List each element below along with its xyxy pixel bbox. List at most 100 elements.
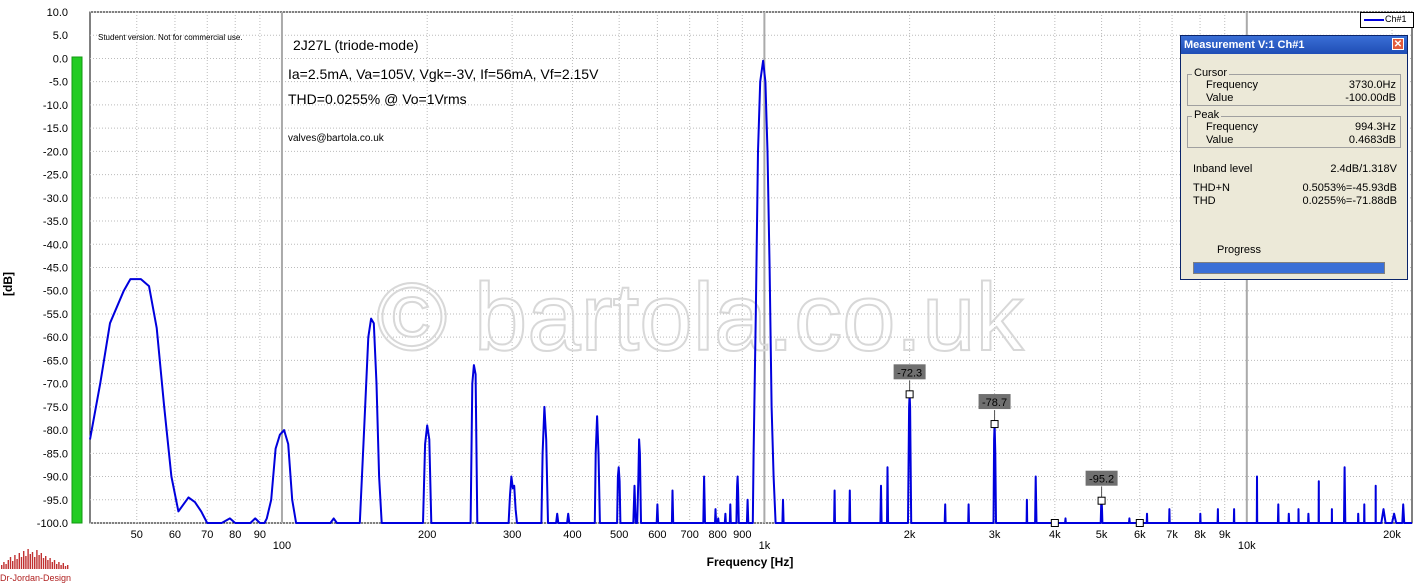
y-tick-label: -90.0: [43, 472, 68, 484]
measurement-window[interactable]: Measurement V:1 Ch#1 ✕ Cursor Frequency 3…: [1180, 35, 1408, 280]
y-tick-label: 10.0: [47, 7, 68, 19]
logo-bar: [12, 561, 14, 569]
dr-jordan-design-logo-icon: [1, 549, 69, 569]
x-tick-label: 3k: [989, 529, 1001, 541]
logo-bar: [14, 555, 16, 569]
thd-label: THD: [1193, 195, 1216, 207]
peak-group-label: Peak: [1192, 109, 1222, 121]
x-tick-label: 7k: [1166, 529, 1178, 541]
x-tick-label: 5k: [1096, 529, 1108, 541]
y-tick-label: -85.0: [43, 448, 68, 460]
x-tick-label: 6k: [1134, 529, 1146, 541]
logo-bar: [3, 562, 5, 569]
student-notice: Student version. Not for commercial use.: [98, 33, 243, 42]
marker-point[interactable]: [990, 420, 999, 429]
x-tick-label: 800: [708, 529, 726, 541]
marker-point[interactable]: [1135, 519, 1144, 527]
logo-bar: [58, 562, 60, 569]
measurement-title-bar[interactable]: Measurement V:1 Ch#1 ✕: [1181, 36, 1407, 54]
progress-bar: [1193, 262, 1385, 274]
logo-bar: [51, 562, 53, 569]
logo-bar: [29, 554, 31, 569]
x-tick-label: 1k: [759, 540, 771, 552]
x-tick-label: 2k: [904, 529, 916, 541]
logo-bar: [31, 552, 34, 569]
y-tick-label: -40.0: [43, 239, 68, 251]
logo-bar: [27, 549, 29, 569]
y-tick-label: -55.0: [43, 309, 68, 321]
y-tick-label: -75.0: [43, 402, 68, 414]
y-tick-label: -30.0: [43, 193, 68, 205]
y-tick-label: -60.0: [43, 332, 68, 344]
close-icon[interactable]: ✕: [1392, 38, 1404, 50]
marker-point[interactable]: [1050, 519, 1059, 527]
logo-bar: [40, 553, 42, 569]
y-tick-label: -5.0: [49, 77, 68, 89]
marker-label: -78.7: [982, 397, 1007, 409]
x-tick-label: 80: [229, 529, 241, 541]
x-tick-label: 700: [680, 529, 698, 541]
thdn-value: 0.5053%=-45.93dB: [1302, 182, 1398, 194]
logo-bar: [49, 558, 51, 569]
x-tick-label: 9k: [1219, 529, 1231, 541]
logo-bar: [34, 557, 36, 569]
tube-title: 2J27L (triode-mode): [293, 37, 419, 53]
x-tick-label: 70: [201, 529, 213, 541]
y-tick-label: -20.0: [43, 146, 68, 158]
x-tick-label: 400: [563, 529, 581, 541]
x-tick-label: 900: [733, 529, 751, 541]
x-tick-label: 20k: [1383, 529, 1401, 541]
thd-annotation: THD=0.0255% @ Vo=1Vrms: [288, 91, 467, 107]
thdn-label: THD+N: [1193, 182, 1230, 194]
y-tick-label: -100.0: [37, 518, 68, 530]
thd-value: 0.0255%=-71.88dB: [1302, 195, 1398, 207]
logo-bar: [25, 556, 27, 569]
logo-text: Dr-Jordan-Design: [0, 573, 72, 583]
logo-bar: [18, 553, 20, 569]
marker-point[interactable]: [1097, 496, 1106, 505]
inband-label: Inband level: [1193, 163, 1253, 175]
logo-bar: [36, 550, 38, 569]
progress-label: Progress: [1217, 244, 1262, 256]
cursor-frequency-value: 3730.0Hz: [1348, 79, 1396, 91]
y-tick-label: -80.0: [43, 425, 68, 437]
logo-bar: [38, 555, 40, 569]
cursor-group-label: Cursor: [1192, 67, 1230, 79]
x-tick-label: 200: [418, 529, 436, 541]
marker-point[interactable]: [905, 390, 914, 399]
progress-fill: [1194, 263, 1384, 273]
y-tick-label: -25.0: [43, 170, 68, 182]
logo-bar: [64, 566, 67, 569]
x-tick-label: 600: [648, 529, 666, 541]
x-tick-label: 10k: [1238, 540, 1256, 552]
watermark: © bartola.co.uk: [376, 264, 1024, 371]
y-tick-label: -70.0: [43, 379, 68, 391]
logo-bar: [60, 565, 62, 569]
logo-bar: [23, 551, 25, 569]
x-axis-label: Frequency [Hz]: [707, 555, 794, 569]
y-tick-label: -50.0: [43, 286, 68, 298]
email-annotation: valves@bartola.co.uk: [288, 133, 384, 144]
marker-label: -72.3: [897, 367, 922, 379]
cursor-frequency-label: Frequency: [1206, 79, 1258, 91]
logo-bar: [16, 559, 18, 569]
logo-bar: [42, 558, 45, 569]
logo-bar: [1, 565, 3, 569]
y-tick-label: -65.0: [43, 355, 68, 367]
y-tick-label: 5.0: [53, 30, 68, 42]
logo-bar: [9, 557, 12, 569]
level-meter: [71, 56, 83, 524]
operating-conditions: Ia=2.5mA, Va=105V, Vgk=-3V, If=56mA, Vf=…: [288, 66, 599, 82]
x-tick-label: 50: [131, 529, 143, 541]
logo-bar: [67, 565, 69, 569]
logo-bar: [56, 564, 58, 569]
y-tick-label: -45.0: [43, 263, 68, 275]
y-axis-label: [dB]: [1, 272, 15, 296]
legend: Ch#1: [1360, 12, 1414, 28]
y-tick-label: -95.0: [43, 495, 68, 507]
x-tick-labels: 50 60 70 80 90 100 200 300 400 500 600 700 800 900 1k 2…: [131, 529, 1402, 552]
peak-value-value: 0.4683dB: [1348, 134, 1396, 146]
logo-bar: [45, 556, 47, 569]
logo-bar: [53, 560, 56, 569]
inband-value: 2.4dB/1.318V: [1330, 163, 1397, 175]
